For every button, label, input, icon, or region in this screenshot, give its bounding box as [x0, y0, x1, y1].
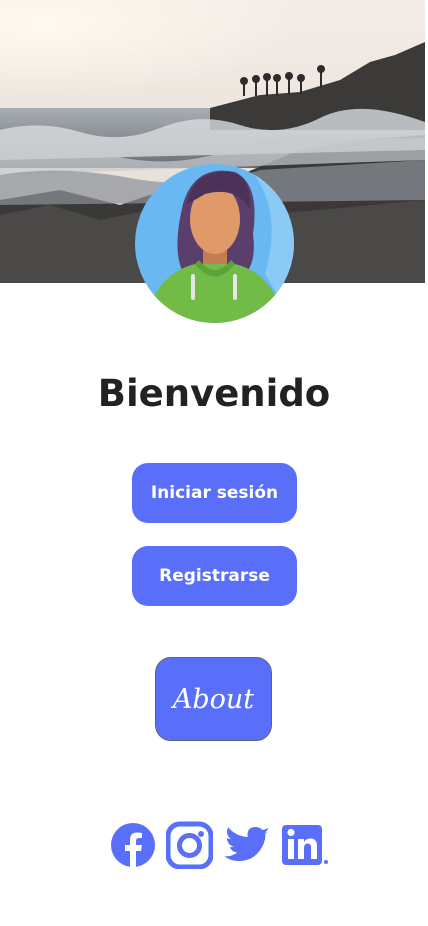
about-label: About	[172, 683, 255, 715]
linkedin-icon[interactable]	[281, 821, 329, 869]
avatar	[135, 164, 294, 323]
login-button[interactable]: Iniciar sesión	[132, 463, 297, 523]
page-title: Bienvenido	[97, 372, 331, 415]
twitter-icon[interactable]	[224, 821, 271, 869]
about-button[interactable]: About	[155, 657, 272, 741]
facebook-icon[interactable]	[110, 821, 156, 869]
register-button[interactable]: Registrarse	[132, 546, 297, 606]
woman-avatar-icon	[135, 164, 294, 323]
instagram-icon[interactable]	[165, 821, 214, 870]
